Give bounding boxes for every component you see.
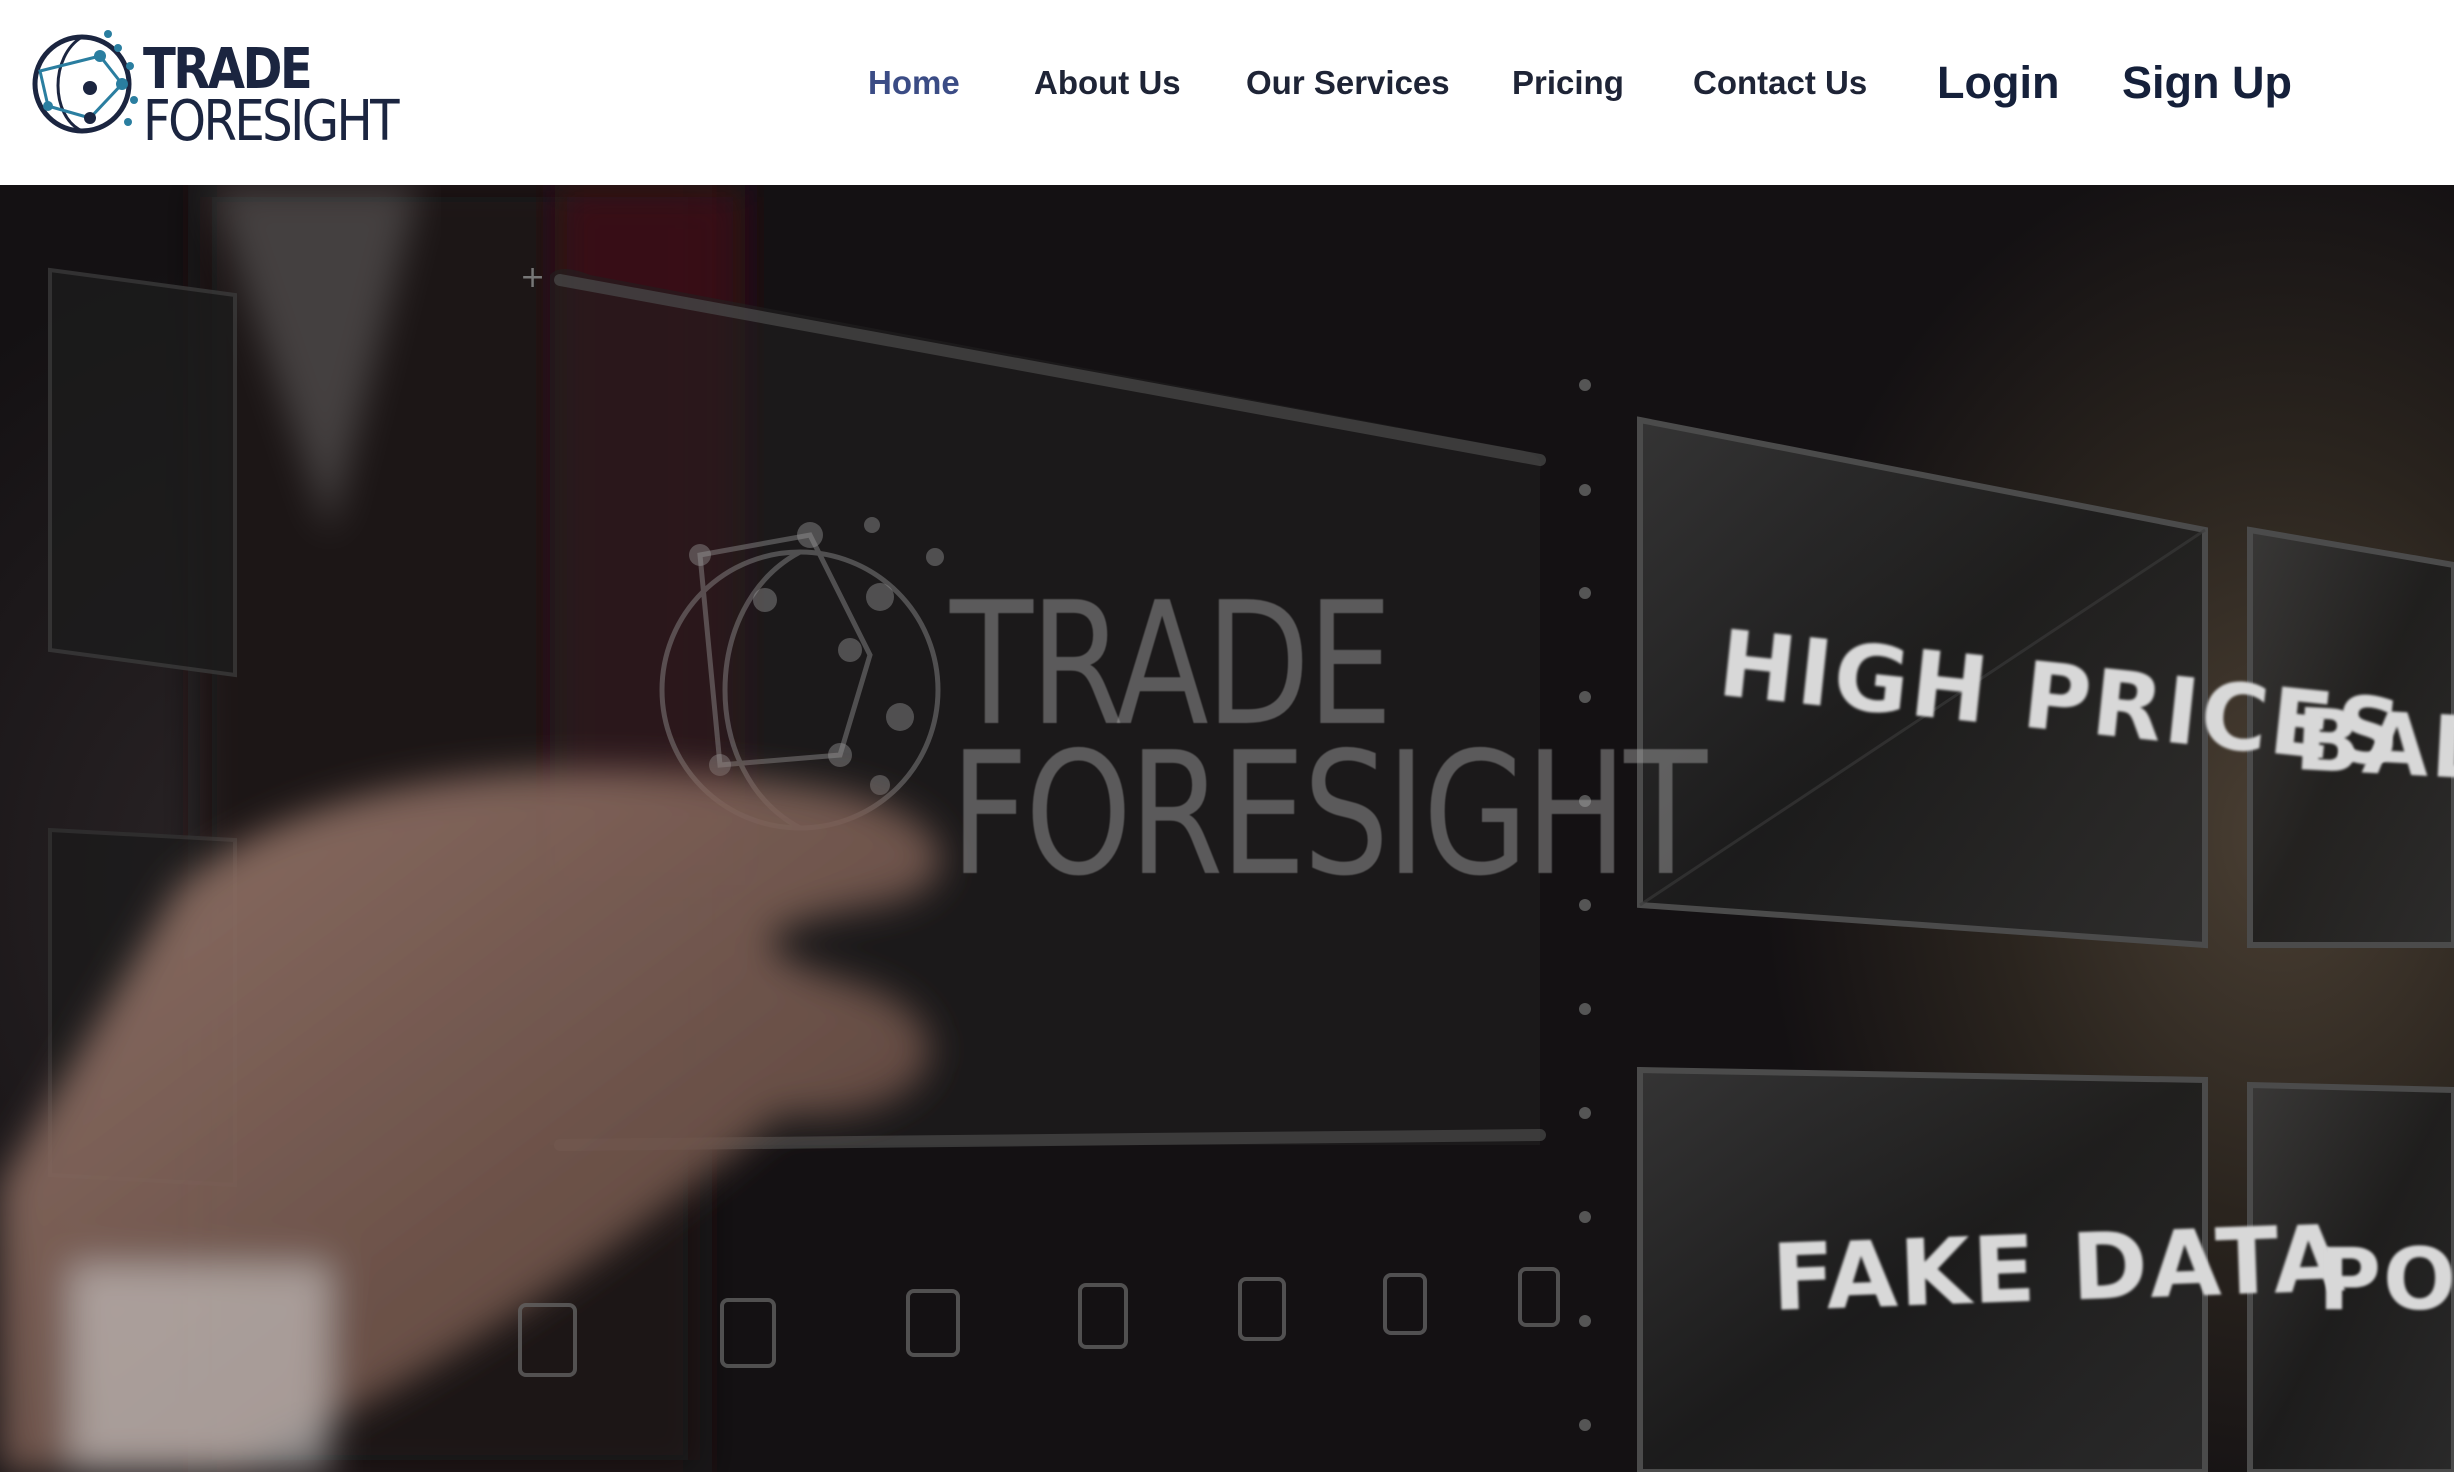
nav-about[interactable]: About Us [1034,64,1181,102]
svg-text:+: + [520,260,545,295]
panel-fake-data: FAKE DATA [1770,1204,2349,1332]
login-link[interactable]: Login [1937,57,2059,109]
brand-wordmark: TRADE FORESIGHT [143,42,400,154]
brand-line2: FORESIGHT [143,89,400,154]
site-header: TRADE FORESIGHT Home About Us Our Servic… [0,0,2454,185]
globe-logo-icon [32,30,138,134]
panel-poor: POOR [2318,1230,2454,1330]
panel-bad-q: BAD Q [2292,690,2454,806]
nav-pricing[interactable]: Pricing [1512,64,1624,102]
hero-banner: + TRADE FORESIGHT HIGH PRICES BAD Q FAKE… [0,185,2454,1472]
nav-home[interactable]: Home [868,64,960,102]
nav-services[interactable]: Our Services [1246,64,1450,102]
signup-link[interactable]: Sign Up [2122,57,2292,109]
hero-watermark-line2: FORESIGHT [950,716,1707,914]
brand-logo[interactable]: TRADE FORESIGHT [30,26,400,150]
nav-contact[interactable]: Contact Us [1693,64,1867,102]
